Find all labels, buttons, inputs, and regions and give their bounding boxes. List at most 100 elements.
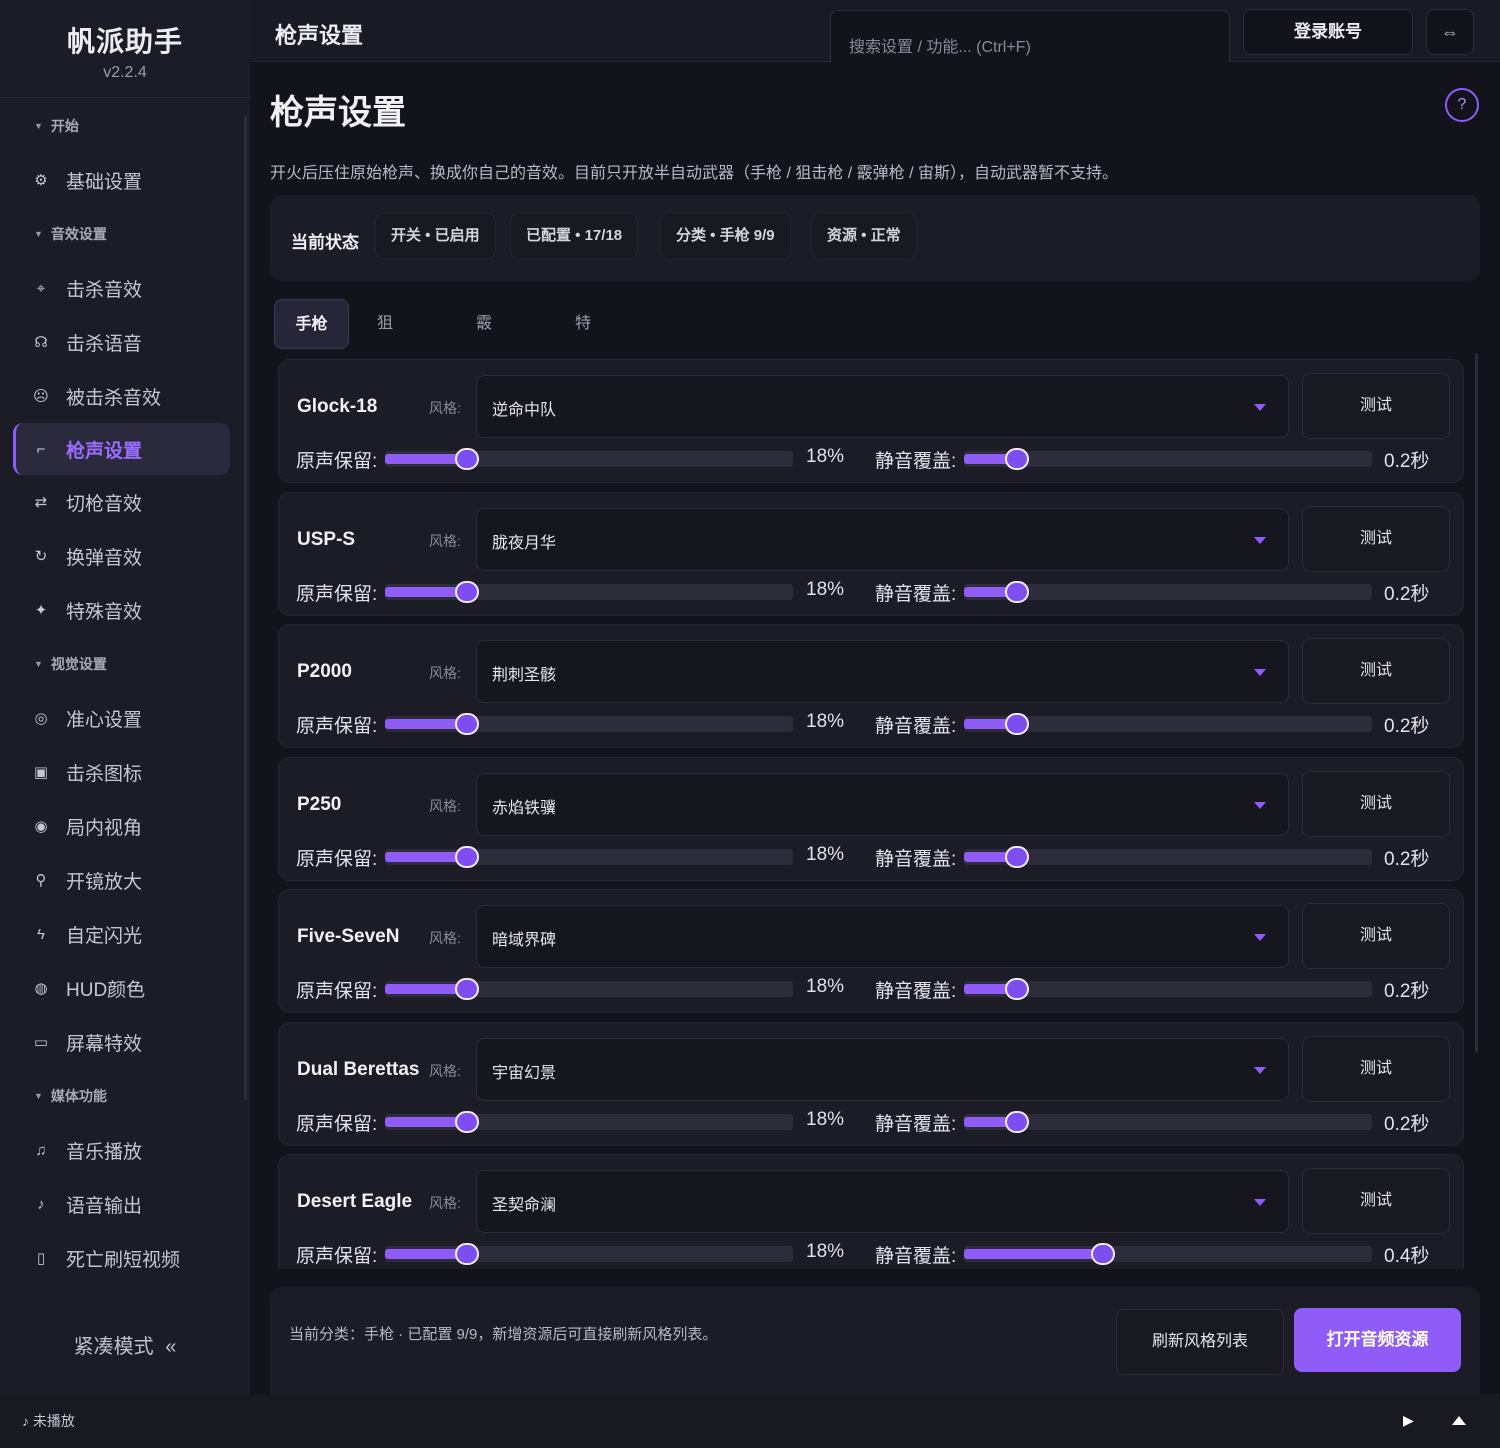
- topbar: 枪声设置 搜索设置 / 功能... (Ctrl+F) 登录账号 ⇔: [250, 0, 1500, 64]
- search-input[interactable]: 搜索设置 / 功能... (Ctrl+F): [830, 10, 1230, 64]
- keep-slider[interactable]: [385, 580, 793, 603]
- tab-pistol[interactable]: 手枪: [274, 299, 349, 349]
- keep-slider-thumb[interactable]: [455, 845, 479, 868]
- sidebar-item[interactable]: ϟ 自定闪光: [0, 907, 230, 961]
- dropdown-arrow-icon: [1254, 1066, 1266, 1074]
- sidebar-scrollbar[interactable]: [244, 115, 247, 1100]
- expand-icon[interactable]: ⇔: [1426, 9, 1474, 55]
- test-button[interactable]: 测试: [1302, 505, 1450, 572]
- sidebar-group[interactable]: ▼ 开始: [0, 99, 250, 153]
- open-audio-resources-button[interactable]: 打开音频资源: [1294, 1308, 1461, 1372]
- mute-slider[interactable]: [964, 713, 1372, 735]
- sidebar-item[interactable]: ◎ 准心设置: [0, 691, 230, 745]
- mute-slider-thumb[interactable]: [1005, 580, 1029, 603]
- login-button[interactable]: 登录账号: [1243, 9, 1413, 55]
- sidebar-item-label: 枪声设置: [66, 440, 143, 462]
- gun-icon: ⌐: [36, 440, 46, 458]
- test-button[interactable]: 测试: [1302, 903, 1450, 969]
- style-select[interactable]: 荆刺圣骸: [476, 640, 1289, 703]
- keep-slider[interactable]: [385, 713, 793, 735]
- mute-slider-thumb[interactable]: [1005, 448, 1029, 470]
- flash-icon: ϟ: [37, 925, 45, 943]
- tab-shotgun[interactable]: 霰弹枪: [476, 299, 492, 432]
- list-scrollbar[interactable]: [1475, 353, 1478, 1053]
- keep-slider-thumb[interactable]: [455, 1243, 479, 1265]
- refresh-styles-button[interactable]: 刷新风格列表: [1116, 1309, 1284, 1375]
- sidebar-item[interactable]: ▣ 击杀图标: [0, 745, 230, 799]
- sidebar-item-label: 特殊音效: [66, 601, 143, 623]
- music-icon: ♫: [35, 1141, 47, 1159]
- mute-label: 静音覆盖:: [875, 716, 957, 737]
- monitor-icon: ▭: [33, 1034, 49, 1051]
- sidebar-group[interactable]: ▼ 视觉设置: [0, 637, 250, 691]
- compact-mode-toggle[interactable]: 紧凑模式 «: [0, 1330, 250, 1359]
- keep-slider-thumb[interactable]: [455, 1110, 479, 1133]
- style-select[interactable]: 宇宙幻景: [476, 1037, 1289, 1101]
- caret-down-icon: ▼: [34, 659, 43, 669]
- keep-slider[interactable]: [385, 1243, 793, 1265]
- style-select[interactable]: 圣契命澜: [476, 1170, 1289, 1233]
- sidebar-item[interactable]: ▭ 屏幕特效: [0, 1015, 230, 1069]
- mute-slider-thumb[interactable]: [1005, 713, 1029, 735]
- gear-icon: ⚙: [34, 172, 48, 189]
- help-icon[interactable]: ?: [1445, 88, 1479, 122]
- caret-down-icon: ▼: [34, 121, 43, 131]
- keep-slider-thumb[interactable]: [455, 448, 479, 470]
- status-chip-category: 分类 • 手枪 9/9: [660, 212, 791, 260]
- test-button[interactable]: 测试: [1302, 373, 1450, 439]
- keep-slider[interactable]: [385, 1110, 793, 1133]
- sidebar-item[interactable]: ♫ 音乐播放: [0, 1123, 230, 1177]
- mute-slider[interactable]: [964, 448, 1372, 470]
- mute-value: 0.2秒: [1384, 583, 1430, 605]
- test-button[interactable]: 测试: [1302, 638, 1450, 704]
- test-button[interactable]: 测试: [1302, 770, 1450, 837]
- mute-slider[interactable]: [964, 845, 1372, 868]
- style-select[interactable]: 胧夜月华: [476, 507, 1289, 571]
- style-select[interactable]: 逆命中队: [476, 375, 1289, 438]
- weapon-name: Dual Berettas: [297, 1058, 420, 1080]
- keep-slider[interactable]: [385, 448, 793, 470]
- tab-special[interactable]: 特殊: [575, 299, 591, 382]
- sidebar-item[interactable]: ⌖ 击杀音效: [0, 261, 230, 315]
- style-label: 风格:: [429, 1195, 461, 1211]
- sidebar-item[interactable]: ⚲ 开镜放大: [0, 853, 230, 907]
- keep-label: 原声保留:: [296, 848, 378, 870]
- mute-slider[interactable]: [964, 978, 1372, 1000]
- sidebar-item[interactable]: ⚙ 基础设置: [0, 153, 230, 207]
- tab-sniper[interactable]: 狙击枪: [377, 299, 393, 432]
- sidebar-item[interactable]: ⌐ 枪声设置: [13, 423, 230, 475]
- style-select[interactable]: 暗域界碑: [476, 905, 1289, 968]
- mute-slider[interactable]: [964, 580, 1372, 603]
- sidebar-item[interactable]: ⇄ 切枪音效: [0, 475, 230, 529]
- test-button[interactable]: 测试: [1302, 1035, 1450, 1102]
- mute-slider-thumb[interactable]: [1005, 845, 1029, 868]
- mute-slider[interactable]: [964, 1243, 1372, 1265]
- keep-slider[interactable]: [385, 845, 793, 868]
- weapon-name: Glock-18: [297, 396, 378, 417]
- mute-slider[interactable]: [964, 1110, 1372, 1133]
- status-panel: 当前状态 开关 • 已启用 已配置 • 17/18 分类 • 手枪 9/9 资源…: [270, 195, 1480, 281]
- sidebar-item[interactable]: ▯ 死亡刷短视频: [0, 1231, 230, 1285]
- style-value: 赤焰铁骥: [492, 799, 557, 817]
- sidebar-item[interactable]: ↻ 换弹音效: [0, 529, 230, 583]
- mute-slider-thumb[interactable]: [1005, 1110, 1029, 1133]
- sidebar-group[interactable]: ▼ 媒体功能: [0, 1069, 250, 1123]
- keep-slider-thumb[interactable]: [455, 580, 479, 603]
- sidebar-group[interactable]: ▼ 音效设置: [0, 207, 250, 261]
- play-icon[interactable]: ▶: [1403, 1412, 1414, 1429]
- sidebar-item[interactable]: ✦ 特殊音效: [0, 583, 230, 637]
- sidebar-item[interactable]: ◍ HUD颜色: [0, 961, 230, 1015]
- keep-slider[interactable]: [385, 978, 793, 1000]
- style-select[interactable]: 赤焰铁骥: [476, 772, 1289, 836]
- test-button[interactable]: 测试: [1302, 1168, 1450, 1234]
- sidebar-item[interactable]: ☊ 击杀语音: [0, 315, 230, 369]
- keep-slider-thumb[interactable]: [455, 713, 479, 735]
- keep-slider-thumb[interactable]: [455, 978, 479, 1000]
- weapon-card: Glock-18 风格: 逆命中队 测试 原声保留: 18% 静音覆盖: 0.2秒: [278, 359, 1464, 483]
- mute-slider-thumb[interactable]: [1005, 978, 1029, 1000]
- sidebar-item[interactable]: ☹ 被击杀音效: [0, 369, 230, 423]
- sidebar-item[interactable]: ◉ 局内视角: [0, 799, 230, 853]
- sidebar-item[interactable]: ♪ 语音输出: [0, 1177, 230, 1231]
- mute-slider-thumb[interactable]: [1091, 1243, 1115, 1265]
- expand-player-icon[interactable]: [1452, 1416, 1466, 1425]
